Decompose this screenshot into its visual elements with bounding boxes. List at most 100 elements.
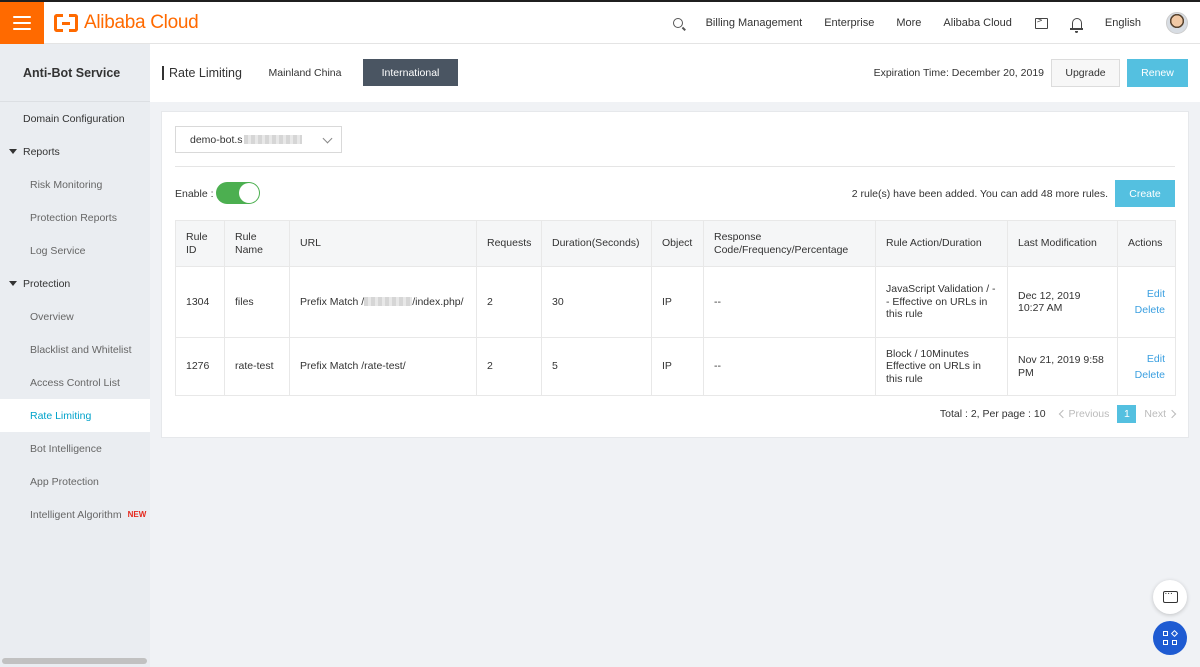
next-page-button[interactable]: Next — [1144, 408, 1177, 420]
column-header: Object — [651, 220, 704, 267]
top-bar: Alibaba Cloud Billing Management Enterpr… — [0, 0, 1200, 44]
menu-button[interactable] — [0, 2, 44, 44]
column-header: URL — [289, 220, 477, 267]
edit-link[interactable]: Edit — [1128, 351, 1165, 367]
nav-more[interactable]: More — [885, 17, 932, 29]
column-header: Rule Name — [224, 220, 290, 267]
redacted-text — [243, 135, 302, 144]
cell-rule-action: Block / 10Minutes Effective on URLs in t… — [875, 337, 1008, 396]
column-header: Duration(Seconds) — [541, 220, 652, 267]
url-prefix: Prefix Match / — [300, 295, 365, 308]
nav-billing-management[interactable]: Billing Management — [695, 17, 814, 29]
sidebar-item-blacklist-whitelist[interactable]: Blacklist and Whitelist — [0, 333, 150, 366]
nav-alibaba-cloud[interactable]: Alibaba Cloud — [932, 17, 1023, 29]
chevron-down-icon — [322, 133, 333, 144]
renew-button[interactable]: Renew — [1127, 59, 1188, 87]
column-header: Rule Action/Duration — [875, 220, 1008, 267]
previous-label: Previous — [1068, 408, 1110, 420]
cell-duration: 30 — [541, 266, 652, 338]
column-header: Actions — [1117, 220, 1176, 267]
cell-duration: 5 — [541, 337, 652, 396]
language-selector[interactable]: English — [1094, 17, 1152, 29]
delete-link[interactable]: Delete — [1128, 367, 1165, 383]
cloud-shell-button[interactable] — [1023, 16, 1060, 29]
create-button[interactable]: Create — [1115, 180, 1175, 207]
column-header: Rule ID — [175, 220, 225, 267]
domain-select[interactable]: demo-bot.s — [175, 126, 342, 153]
divider — [175, 166, 1175, 167]
delete-link[interactable]: Delete — [1128, 302, 1165, 318]
pagination-total: Total : 2, Per page : 10 — [939, 408, 1046, 420]
tab-international[interactable]: International — [363, 59, 458, 86]
avatar[interactable] — [1166, 12, 1188, 34]
toggle-knob — [239, 183, 259, 203]
sidebar-item-domain-configuration[interactable]: Domain Configuration — [0, 102, 150, 135]
table-header-row: Rule ID Rule Name URL Requests Duration(… — [175, 220, 1176, 267]
search-button[interactable] — [661, 18, 695, 28]
sidebar-item-bot-intelligence[interactable]: Bot Intelligence — [0, 432, 150, 465]
page-title: Rate Limiting — [162, 66, 242, 80]
column-header: Response Code/Frequency/Percentage — [703, 220, 876, 267]
edit-link[interactable]: Edit — [1128, 286, 1165, 302]
redacted-text — [364, 297, 413, 307]
brand-name: Alibaba Cloud — [84, 12, 199, 33]
top-nav: Billing Management Enterprise More Aliba… — [661, 2, 1200, 44]
sidebar-item-intelligent-algorithm[interactable]: Intelligent Algorithm NEW — [0, 498, 150, 531]
brand-logo[interactable]: Alibaba Cloud — [54, 11, 199, 35]
enable-toggle[interactable] — [216, 182, 260, 204]
bell-icon — [1069, 17, 1083, 33]
tab-mainland-china[interactable]: Mainland China — [258, 59, 352, 86]
sidebar-item-rate-limiting[interactable]: Rate Limiting — [0, 399, 150, 432]
sidebar-item-label: Intelligent Algorithm — [30, 508, 122, 521]
cell-rule-id: 1276 — [175, 337, 225, 396]
table-row: 1304 files Prefix Match / /index.php/ 2 3… — [175, 266, 1176, 338]
notifications-button[interactable] — [1060, 17, 1094, 33]
previous-page-button[interactable]: Previous — [1058, 408, 1110, 420]
chat-button[interactable] — [1153, 580, 1187, 614]
apps-button[interactable] — [1153, 621, 1187, 655]
cell-url: Prefix Match / /index.php/ — [289, 266, 477, 338]
sidebar-item-protection-reports[interactable]: Protection Reports — [0, 201, 150, 234]
sidebar-group-label: Protection — [23, 277, 71, 290]
page-number-button[interactable]: 1 — [1117, 405, 1137, 423]
cell-response: -- — [703, 337, 876, 396]
chat-icon — [1162, 586, 1178, 603]
new-badge: NEW — [127, 510, 147, 519]
caret-down-icon — [9, 281, 17, 286]
sidebar-scrollbar[interactable] — [2, 658, 147, 664]
pagination: Total : 2, Per page : 10 Previous 1 Next — [939, 405, 1177, 423]
sidebar-item-log-service[interactable]: Log Service — [0, 234, 150, 267]
apps-icon — [1163, 629, 1179, 645]
cell-object: IP — [651, 266, 704, 338]
cell-rule-name: files — [224, 266, 290, 338]
menu-icon — [13, 16, 31, 30]
sidebar-title: Anti-Bot Service — [0, 44, 150, 102]
cell-last-modification: Dec 12, 2019 10:27 AM — [1007, 266, 1118, 338]
alibaba-cloud-logo-icon — [54, 14, 78, 32]
sidebar-group-reports[interactable]: Reports — [0, 135, 150, 168]
sidebar-item-risk-monitoring[interactable]: Risk Monitoring — [0, 168, 150, 201]
nav-enterprise[interactable]: Enterprise — [813, 17, 885, 29]
url-suffix: /index.php/ — [412, 295, 464, 308]
table-row: 1276 rate-test Prefix Match /rate-test/ … — [175, 337, 1176, 396]
next-label: Next — [1144, 408, 1166, 420]
sidebar-item-overview[interactable]: Overview — [0, 300, 150, 333]
sidebar-group-label: Reports — [23, 145, 60, 158]
sidebar-item-access-control-list[interactable]: Access Control List — [0, 366, 150, 399]
cell-requests: 2 — [476, 337, 542, 396]
column-header: Last Modification — [1007, 220, 1118, 267]
sidebar-item-app-protection[interactable]: App Protection — [0, 465, 150, 498]
cell-last-modification: Nov 21, 2019 9:58 PM — [1007, 337, 1118, 396]
upgrade-button[interactable]: Upgrade — [1051, 59, 1120, 87]
terminal-icon — [1034, 16, 1048, 29]
caret-down-icon — [9, 149, 17, 154]
cell-rule-action: JavaScript Validation / -- Effective on … — [875, 266, 1008, 338]
cell-actions: Edit Delete — [1117, 266, 1176, 338]
domain-select-value: demo-bot.s — [190, 133, 243, 146]
sidebar-group-protection[interactable]: Protection — [0, 267, 150, 300]
cell-object: IP — [651, 337, 704, 396]
rules-card: demo-bot.s Enable : 2 rule(s) have been … — [162, 112, 1188, 437]
cell-requests: 2 — [476, 266, 542, 338]
page-header: Rate Limiting Mainland China Internation… — [150, 44, 1200, 102]
rules-table: Rule ID Rule Name URL Requests Duration(… — [175, 220, 1176, 396]
